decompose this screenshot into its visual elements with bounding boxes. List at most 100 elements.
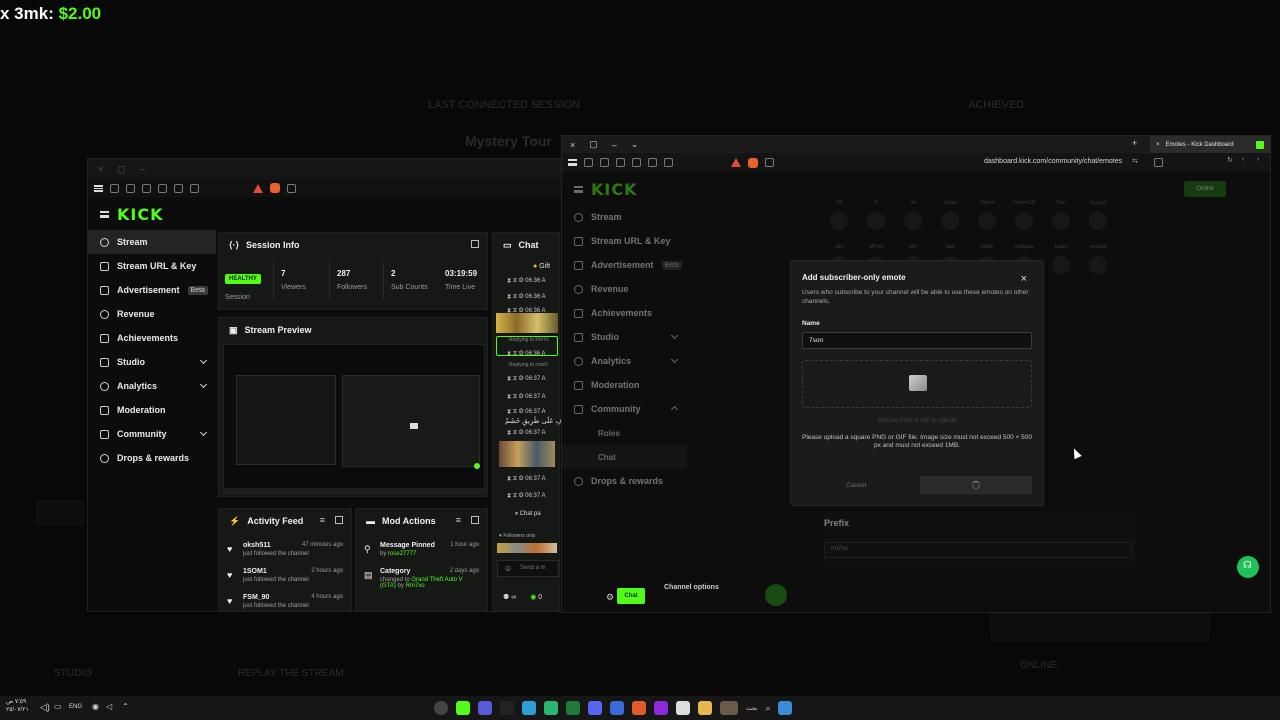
kick-logo[interactable]: KICK xyxy=(591,180,638,199)
shield-icon[interactable] xyxy=(110,183,119,193)
sidebar-item-analytics[interactable]: Analytics xyxy=(562,349,687,373)
channel-options[interactable]: Channel options xyxy=(664,584,719,591)
cancel-button[interactable]: Cancel xyxy=(846,482,866,489)
reload-icon[interactable]: ↻ xyxy=(1227,156,1233,164)
search-icon[interactable]: ⌕ xyxy=(765,703,770,714)
volume-icon[interactable]: ◁) xyxy=(40,702,50,713)
sidebar-subitem-roles[interactable]: Roles xyxy=(562,421,687,445)
emote-thumbnail[interactable] xyxy=(1052,212,1070,230)
sidebar-subitem-chat[interactable]: Chat xyxy=(562,445,687,469)
sidebar-item-analytics[interactable]: Analytics xyxy=(88,374,216,398)
activity-item[interactable]: ♥ FSM_90 just followed the channel 4 hours … xyxy=(227,594,343,609)
hamburger-icon[interactable] xyxy=(100,211,109,218)
chat-message[interactable]: ⧗ ⧖ ◍ 06:37 A xyxy=(507,409,546,416)
emoji-icon[interactable]: ☺ xyxy=(504,564,512,573)
sidebar-item-community[interactable]: Community xyxy=(562,397,687,421)
brave-rewards-icon[interactable] xyxy=(253,183,263,193)
app-icon[interactable] xyxy=(544,701,558,715)
chevron-up-icon[interactable] xyxy=(670,405,679,414)
chat-message[interactable]: ⧗ ⧖ ◍ 06:37 A xyxy=(507,376,546,383)
mod-item[interactable]: ⚲ Message Pinned by rose27777 1 hour ago xyxy=(364,542,479,557)
mod-desc-link[interactable]: Rm7xo xyxy=(406,583,425,589)
music-icon[interactable] xyxy=(648,158,657,167)
sidebar-icon[interactable] xyxy=(158,183,167,193)
external-link-icon[interactable] xyxy=(335,516,343,524)
store-icon[interactable] xyxy=(676,701,690,715)
minimize-icon[interactable]: – xyxy=(140,164,145,174)
network-icon[interactable]: ▭ xyxy=(54,702,62,711)
emote-thumbnail[interactable] xyxy=(1089,212,1107,230)
stream-preview-video[interactable] xyxy=(223,344,485,494)
sidebar-item-studio[interactable]: Studio xyxy=(562,325,687,349)
close-icon[interactable]: × xyxy=(98,164,103,174)
chat-message[interactable]: ⧗ ⧖ ◍ 06:36 A xyxy=(507,278,546,285)
sidebar-item-drops-rewards[interactable]: Drops & rewards xyxy=(88,446,216,470)
sidebar-item-revenue[interactable]: Revenue xyxy=(562,277,687,301)
download-icon[interactable] xyxy=(664,158,673,167)
menu-icon[interactable] xyxy=(94,184,103,192)
chat-paused[interactable]: Chat pa xyxy=(520,511,541,517)
sidebar-item-community[interactable]: Community xyxy=(88,422,216,446)
music-icon[interactable] xyxy=(174,183,183,193)
tiktok-icon[interactable] xyxy=(500,701,514,715)
search-label[interactable]: بحث xyxy=(746,705,757,712)
chat-message[interactable]: ⧗ ⧖ ◍ 06:37 A xyxy=(507,476,546,483)
chevron-down-icon[interactable]: ⌄ xyxy=(631,139,639,150)
chat-input[interactable]: ☺ Send a m xyxy=(497,560,559,577)
bookmark-icon[interactable] xyxy=(1154,158,1163,167)
menu-icon[interactable] xyxy=(568,159,577,166)
speaker-icon[interactable]: ◁ xyxy=(106,702,112,711)
chevron-down-icon[interactable] xyxy=(199,380,208,389)
chevron-up-icon[interactable]: ⌃ xyxy=(122,702,129,711)
emote-thumbnail[interactable] xyxy=(904,212,922,230)
brave-shield-icon[interactable] xyxy=(748,157,758,168)
minimize-icon[interactable]: – xyxy=(612,140,617,150)
active-tab[interactable]: × Emotes - Kick Dashboard xyxy=(1150,136,1270,153)
mod-desc-link[interactable]: rose27777 xyxy=(388,551,416,557)
brave-icon[interactable] xyxy=(632,701,646,715)
extension-icon[interactable] xyxy=(765,158,774,167)
chat-message[interactable]: ⧗ ⧖ ◍ 06:37 A xyxy=(507,394,546,401)
chevron-down-icon[interactable] xyxy=(670,355,679,364)
support-fab[interactable]: ☊ xyxy=(1237,556,1259,578)
app-icon[interactable] xyxy=(654,701,668,715)
activity-item[interactable]: ♥ 1SOM1 just followed the channel 2 hours a… xyxy=(227,568,343,583)
kick-logo[interactable]: KICK xyxy=(117,205,164,224)
sidebar-item-advertisement[interactable]: Advertisement Beta xyxy=(562,253,687,277)
chevron-down-icon[interactable] xyxy=(670,331,679,340)
chat-send-button[interactable]: Chat xyxy=(617,588,645,604)
emote-thumbnail[interactable] xyxy=(941,212,959,230)
brave-rewards-icon[interactable] xyxy=(731,158,741,167)
settings-app-icon[interactable] xyxy=(434,701,448,715)
app-icon[interactable] xyxy=(720,701,738,715)
sidebar-item-drops-rewards[interactable]: Drops & rewards xyxy=(562,469,687,493)
sidebar-item-moderation[interactable]: Moderation xyxy=(88,398,216,422)
app-icon[interactable] xyxy=(610,701,624,715)
tabs-icon[interactable] xyxy=(616,158,625,167)
name-field[interactable]: 7son xyxy=(802,332,1032,349)
sidebar-item-revenue[interactable]: Revenue xyxy=(88,302,216,326)
maximize-icon[interactable]: ▢ xyxy=(117,164,126,175)
chevron-down-icon[interactable] xyxy=(199,428,208,437)
prefix-input[interactable]: rm7xo xyxy=(824,542,1132,558)
terminal-icon[interactable] xyxy=(566,701,580,715)
filter-icon[interactable]: ≡ xyxy=(320,515,325,525)
close-icon[interactable]: × xyxy=(570,140,575,150)
sidebar-item-stream[interactable]: Stream xyxy=(562,205,687,229)
online-button[interactable]: Online xyxy=(1184,181,1226,197)
windows-start-icon[interactable] xyxy=(778,701,793,715)
hamburger-icon[interactable] xyxy=(574,186,583,193)
url-bar[interactable]: dashboard.kick.com/community/chat/emotes xyxy=(984,158,1122,165)
emote-thumbnail[interactable] xyxy=(1089,256,1107,274)
extension-icon[interactable] xyxy=(287,183,296,193)
emote-thumbnail[interactable] xyxy=(830,212,848,230)
share-icon[interactable]: ⇆ xyxy=(1132,157,1138,165)
folder-icon[interactable] xyxy=(698,701,712,715)
users-icon[interactable]: ⚉ xyxy=(503,594,509,601)
activity-item[interactable]: ♥ oksh511 just followed the channel 47 minu… xyxy=(227,542,343,557)
brave-shield-icon[interactable] xyxy=(270,183,280,193)
tabs-icon[interactable] xyxy=(142,183,151,193)
tab-close-icon[interactable]: × xyxy=(1156,142,1160,148)
sidebar-icon[interactable] xyxy=(632,158,641,167)
filter-icon[interactable]: ≡ xyxy=(456,515,461,525)
